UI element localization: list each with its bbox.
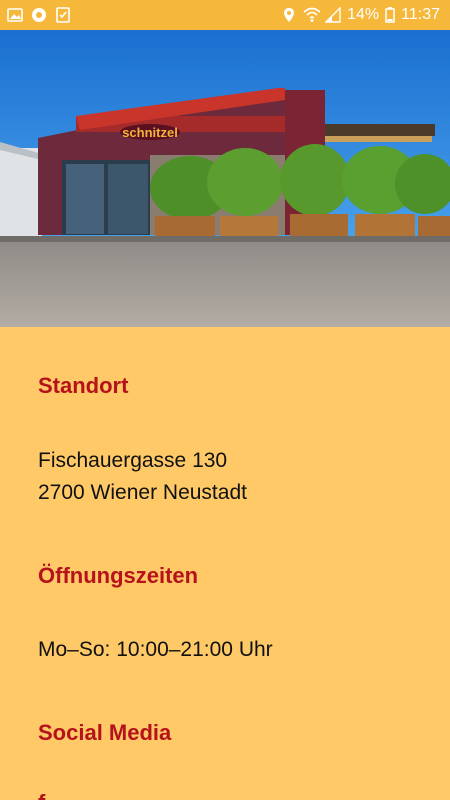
address-line-1[interactable]: Fischauergasse 130: [38, 445, 227, 477]
location-title: Standort: [38, 373, 129, 398]
clipboard-check-icon: [55, 7, 71, 23]
battery-icon: [385, 7, 395, 23]
status-left-icons: [7, 7, 71, 23]
opening-hours-text: Mo–So: 10:00–21:00 Uhr: [38, 638, 273, 661]
status-bar: 14% 11:37: [0, 0, 450, 30]
battery-percent: 14%: [347, 6, 380, 23]
restaurant-photo: schnitzel: [0, 30, 450, 327]
signal-icon: [324, 6, 341, 23]
address-line-2[interactable]: 2700 Wiener Neustadt: [38, 477, 247, 509]
sign-text: schnitzel: [122, 125, 178, 140]
clock: 11:37: [401, 6, 440, 23]
opening-hours-title: Öffnungszeiten: [38, 563, 199, 588]
wifi-icon: [303, 7, 321, 23]
social-media-title: Social Media: [38, 720, 172, 745]
facebook-icon[interactable]: f: [38, 790, 60, 800]
status-right-icons: 14% 11:37: [281, 6, 440, 24]
chrome-icon: [31, 7, 47, 23]
gallery-icon: [7, 7, 23, 23]
location-icon: [281, 7, 297, 23]
